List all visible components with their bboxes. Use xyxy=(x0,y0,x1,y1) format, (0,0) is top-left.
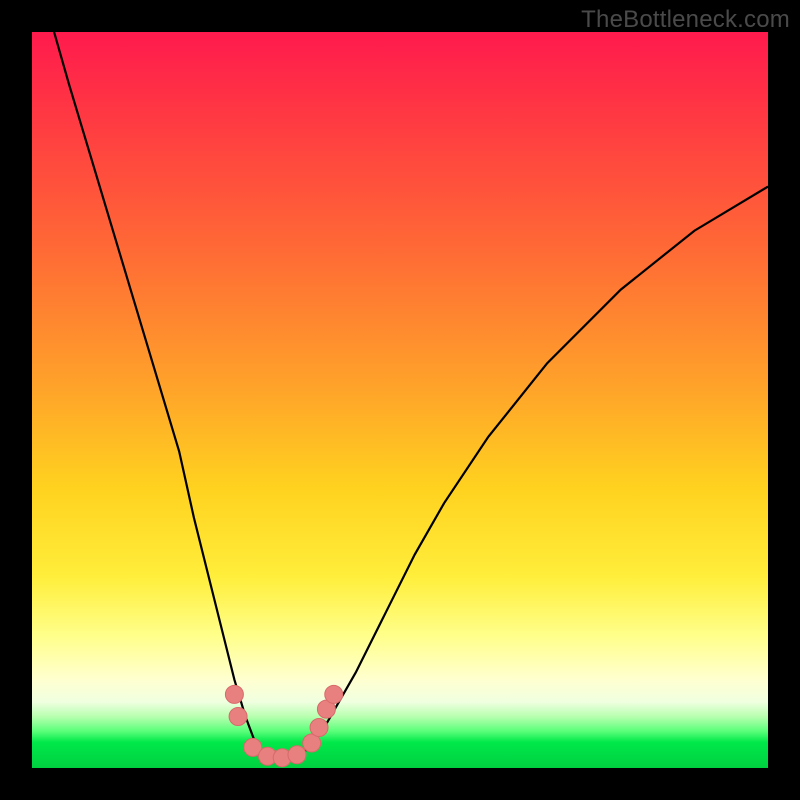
curve-marker xyxy=(225,685,243,703)
curve-marker xyxy=(288,746,306,764)
curve-marker xyxy=(303,734,321,752)
curve-marker xyxy=(273,749,291,767)
bottleneck-curve xyxy=(54,32,768,759)
curve-marker xyxy=(325,685,343,703)
curve-marker xyxy=(229,707,247,725)
curve-marker xyxy=(317,700,335,718)
plot-area xyxy=(32,32,768,768)
chart-frame: TheBottleneck.com xyxy=(0,0,800,800)
watermark-text: TheBottleneck.com xyxy=(581,6,790,34)
curve-markers xyxy=(225,685,342,766)
curve-marker xyxy=(310,719,328,737)
curve-marker xyxy=(259,747,277,765)
curve-marker xyxy=(244,738,262,756)
curve-layer xyxy=(32,32,768,768)
